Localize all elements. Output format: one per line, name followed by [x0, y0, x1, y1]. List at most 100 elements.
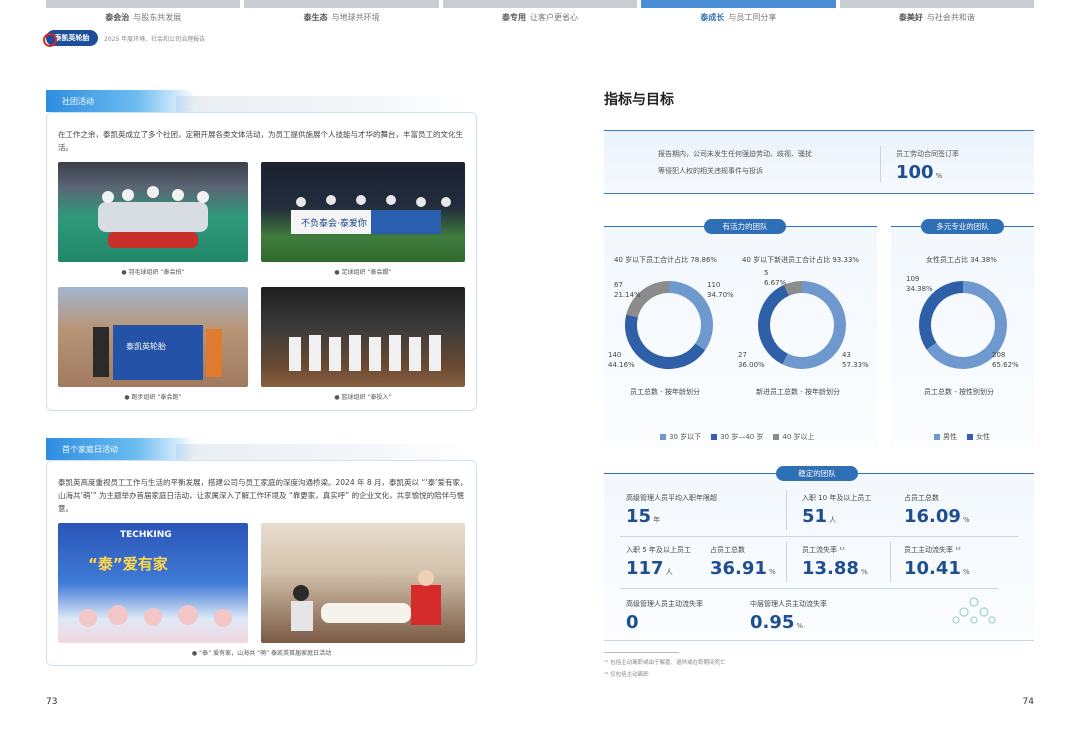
- pill-vital-team: 有活力的团队: [704, 219, 786, 234]
- legend-item: 30 岁以下: [660, 432, 701, 442]
- legend-label: 30 岁—40 岁: [720, 433, 764, 441]
- value: 36.91: [710, 558, 767, 579]
- donut-age: [625, 281, 713, 369]
- legend-gender: 男性 女性: [934, 432, 990, 442]
- section-tab-clubs: 社团活动: [46, 90, 196, 112]
- d2-b-count: 27: [738, 351, 747, 359]
- unit: %: [935, 172, 943, 180]
- photo-family-stage: TECHKING “泰”爱有家: [58, 523, 248, 643]
- logo-mark: 泰凯英轮胎: [43, 30, 98, 47]
- d3-b-pct: 65.62%: [992, 361, 1019, 369]
- tab-chapter-5[interactable]: 泰美好 与社会共和谐: [839, 0, 1035, 26]
- photo-basketball: [261, 287, 465, 387]
- unit: 人: [829, 516, 837, 524]
- d2-b-pct: 36.00%: [738, 361, 765, 369]
- family-day-text: 泰凯英高度重视员工工作与生活的平衡发展，搭建公司与员工家庭的深度沟通桥梁。202…: [58, 478, 468, 513]
- d1-b-pct: 34.70%: [707, 291, 734, 299]
- value: 16.09: [904, 506, 961, 527]
- footnote-1: ¹¹ 包括主动离职或由于解雇、退休或在职期间死亡: [604, 660, 726, 666]
- divider: [620, 536, 1018, 537]
- value: 100: [896, 162, 934, 183]
- donut-charts: [625, 281, 1007, 369]
- metric-label: 员工主动流失率 ¹²: [904, 546, 961, 554]
- page-number-right: 74: [1022, 697, 1034, 707]
- value: 51: [802, 506, 828, 527]
- d1-c-count: 140: [608, 351, 622, 359]
- d1-a-count: 67: [614, 281, 623, 289]
- tab-title: 泰美好: [898, 12, 923, 22]
- value: 10.41: [904, 558, 961, 579]
- footnote-2: ¹² 仅包括主动离职: [604, 672, 649, 678]
- contract-rate-label: 员工劳动合同签订率: [896, 150, 959, 158]
- rule: [858, 473, 1034, 474]
- footnote-rule: [604, 652, 679, 653]
- stage-brand: TECHKING: [120, 530, 172, 540]
- d2-label-a: 5 6.67%: [764, 268, 786, 288]
- metric-value: 13.88%: [802, 558, 868, 579]
- team-icon: [289, 335, 441, 371]
- divider: [786, 490, 787, 530]
- unit: %: [962, 568, 970, 576]
- metric-value: 51 人: [802, 506, 836, 527]
- flag-text: 泰凯英轮胎: [126, 341, 166, 351]
- d3-a-pct: 34.38%: [906, 285, 933, 293]
- tab-sub: 与股东共发展: [133, 12, 182, 22]
- metric-label: 占员工总数: [904, 494, 939, 502]
- tab-chapter-2[interactable]: 泰生态 与地球共环境: [244, 0, 439, 26]
- flag-icon: 泰凯英轮胎: [93, 325, 222, 380]
- unit: %: [796, 622, 804, 630]
- d1-b-count: 110: [707, 281, 721, 289]
- page-title: 指标与目标: [604, 92, 674, 108]
- d1-label-a: 67 21.14%: [614, 280, 641, 300]
- metric-value: 15 年: [626, 506, 660, 527]
- banner-icon: 不负泰会·泰爱你: [291, 195, 451, 234]
- rule: [786, 226, 877, 227]
- metric-label: 中层管理人员主动流失率: [750, 600, 827, 608]
- donut-gender: [919, 281, 1007, 369]
- tab-sub: 与员工同分享: [728, 12, 777, 22]
- pill-diverse-team: 多元专业的团队: [921, 219, 1004, 234]
- d2-c-count: 43: [842, 351, 851, 359]
- metric-label: 高级管理人员平均入职年限超: [626, 494, 717, 502]
- stage-slogan: “泰”爱有家: [88, 555, 168, 573]
- photo-badminton: [58, 162, 248, 262]
- banner-text: 不负泰会·泰爱你: [301, 217, 367, 229]
- chart3-caption: 员工总数 - 按性别划分: [924, 388, 994, 396]
- rights-text-2: 等侵犯人权的相关违规事件与投诉: [658, 167, 763, 175]
- people-network-icon: [952, 597, 996, 624]
- human-rights-panel: [604, 130, 1034, 194]
- tab-chapter-3[interactable]: 泰专用 让客户更省心: [442, 0, 638, 26]
- metric-label: 高级管理人员主动流失率: [626, 600, 703, 608]
- photo-family-dinner: [261, 523, 465, 643]
- clubs-text: 在工作之余，泰凯英成立了多个社团，定期开展各类文体活动，为员工提供施展个人技能与…: [58, 130, 463, 152]
- divider: [786, 542, 787, 582]
- unit: %: [768, 568, 776, 576]
- unit: 人: [665, 568, 673, 576]
- unit: %: [962, 516, 970, 524]
- tab-chapter-4[interactable]: 泰成长 与员工同分享: [641, 0, 836, 26]
- page-number-left: 73: [46, 697, 58, 707]
- d1-label-c: 140 44.16%: [608, 350, 635, 370]
- d1-c-pct: 44.16%: [608, 361, 635, 369]
- metric-value: 10.41%: [904, 558, 970, 579]
- chart2-caption: 新进员工总数 - 按年龄划分: [756, 388, 840, 396]
- d2-label-c: 43 57.33%: [842, 350, 869, 370]
- contract-rate-value: 100%: [896, 162, 942, 183]
- divider: [620, 588, 998, 589]
- d2-c-pct: 57.33%: [842, 361, 869, 369]
- donut-new-hire-age: [758, 281, 846, 369]
- tab-chapter-1[interactable]: 泰会治 与股东共发展: [46, 0, 241, 26]
- tab-title: 泰生态: [303, 12, 328, 22]
- value: 117: [626, 558, 664, 579]
- donut-segment: [758, 284, 790, 365]
- tab-title: 泰会治: [105, 12, 130, 22]
- metric-value: 0: [626, 612, 641, 633]
- caption-running: ● 跑步组织 “泰会跑”: [124, 394, 182, 401]
- rule: [604, 473, 776, 474]
- legend-label: 男性: [943, 433, 957, 441]
- caption-family-day: ● “泰” 爱有家，山海共 “萌” 泰凯英首届家庭日活动: [191, 650, 332, 657]
- people-icon: [98, 186, 209, 248]
- photo-running: 泰凯英轮胎: [58, 287, 248, 387]
- legend-age: 30 岁以下 30 岁—40 岁 40 岁以上: [660, 432, 815, 442]
- donut-segment: [919, 281, 964, 350]
